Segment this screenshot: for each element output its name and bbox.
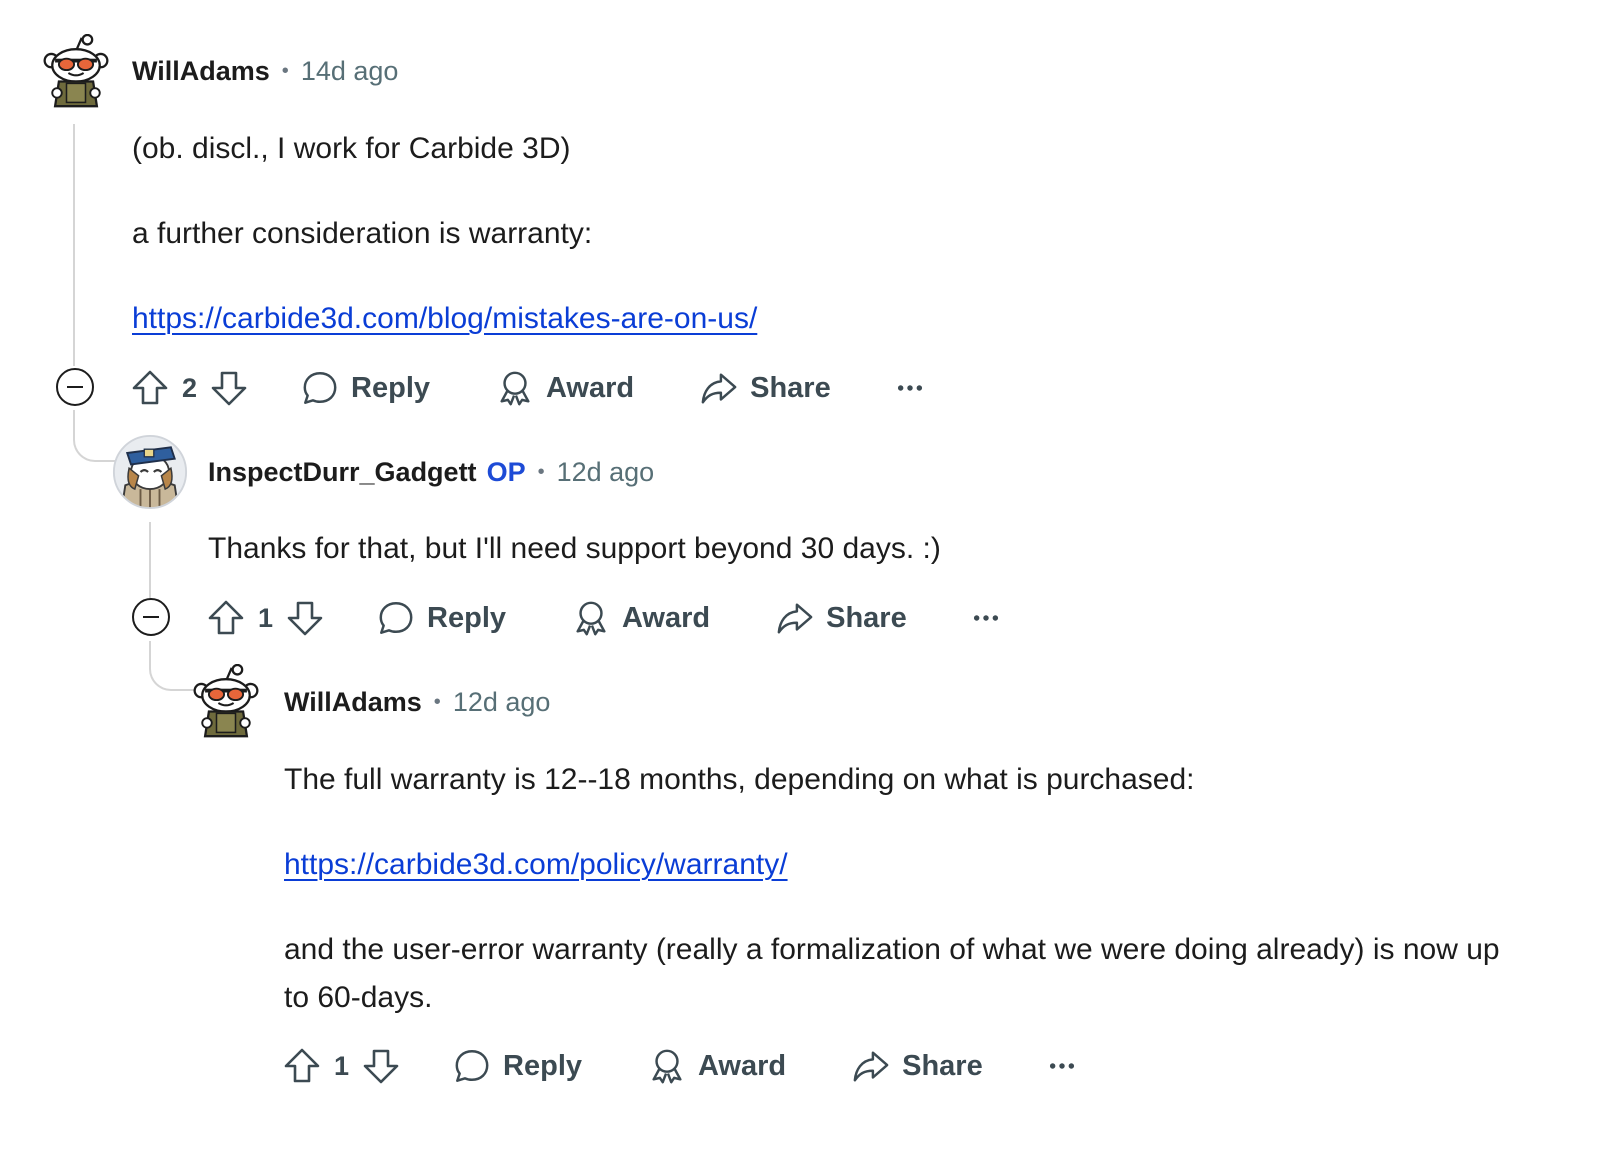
award-button[interactable]: Award <box>496 369 634 407</box>
comment-actions: 1 Reply Award Share <box>282 1044 1079 1088</box>
comment-link[interactable]: https://carbide3d.com/policy/warranty/ <box>284 841 788 889</box>
comment-paragraph: and the user-error warranty (really a fo… <box>284 933 1500 1014</box>
share-button[interactable]: Share <box>852 1047 983 1085</box>
comment-meta: WillAdams • 12d ago <box>284 687 550 718</box>
vote-controls: 1 <box>206 598 325 638</box>
share-label: Share <box>750 371 831 404</box>
downvote-icon[interactable] <box>285 598 325 638</box>
author-name[interactable]: WillAdams <box>284 687 422 718</box>
comment-actions: 1 Reply Award Share <box>206 596 1003 640</box>
reply-label: Reply <box>427 601 507 634</box>
reply-label: Reply <box>351 371 431 404</box>
thread-line-1 <box>73 124 75 366</box>
comment-paragraph: The full warranty is 12--18 months, depe… <box>284 763 1195 796</box>
reply-icon <box>301 369 339 407</box>
vote-score: 1 <box>334 1050 350 1081</box>
avatar-inspectdurr-gadgett[interactable] <box>112 434 188 510</box>
op-badge: OP <box>486 457 526 487</box>
author-name[interactable]: WillAdams <box>132 56 270 87</box>
vote-controls: 2 <box>130 368 249 408</box>
avatar-willadams[interactable] <box>188 664 264 740</box>
award-button[interactable]: Award <box>648 1047 786 1085</box>
comment-actions: 2 Reply Award Share <box>130 366 927 410</box>
comment-meta: InspectDurr_Gadgett OP • 12d ago <box>208 457 654 488</box>
comment-paragraph: (ob. discl., I work for Carbide 3D) <box>132 132 571 165</box>
comment-paragraph: a further consideration is warranty: <box>132 217 593 250</box>
comment-link[interactable]: https://carbide3d.com/blog/mistakes-are-… <box>132 295 757 343</box>
comment-meta: WillAdams • 14d ago <box>132 56 398 87</box>
more-icon <box>1045 1049 1079 1083</box>
reply-button[interactable]: Reply <box>301 369 430 407</box>
avatar-willadams[interactable] <box>38 34 114 110</box>
timestamp[interactable]: 14d ago <box>301 56 399 87</box>
more-options-button[interactable] <box>1045 1049 1079 1083</box>
share-button[interactable]: Share <box>776 599 907 637</box>
vote-score: 2 <box>182 372 198 403</box>
more-options-button[interactable] <box>893 371 927 405</box>
downvote-icon[interactable] <box>209 368 249 408</box>
meta-separator: • <box>433 691 441 713</box>
collapse-thread-button[interactable] <box>56 368 94 406</box>
upvote-icon[interactable] <box>130 368 170 408</box>
award-label: Award <box>698 1049 787 1082</box>
vote-controls: 1 <box>282 1046 401 1086</box>
reply-button[interactable]: Reply <box>453 1047 582 1085</box>
meta-separator: • <box>281 60 289 82</box>
reply-icon <box>377 599 415 637</box>
author-name[interactable]: InspectDurr_Gadgett <box>208 457 477 488</box>
meta-separator: • <box>537 461 545 483</box>
reply-icon <box>453 1047 491 1085</box>
downvote-icon[interactable] <box>361 1046 401 1086</box>
share-label: Share <box>902 1049 983 1082</box>
share-icon <box>852 1047 890 1085</box>
comment-paragraph: Thanks for that, but I'll need support b… <box>208 532 941 565</box>
more-icon <box>893 371 927 405</box>
award-label: Award <box>546 371 635 404</box>
vote-score: 1 <box>258 602 274 633</box>
award-label: Award <box>622 601 711 634</box>
timestamp[interactable]: 12d ago <box>453 687 551 718</box>
award-button[interactable]: Award <box>572 599 710 637</box>
share-icon <box>700 369 738 407</box>
share-label: Share <box>826 601 907 634</box>
share-icon <box>776 599 814 637</box>
upvote-icon[interactable] <box>206 598 246 638</box>
more-options-button[interactable] <box>969 601 1003 635</box>
timestamp[interactable]: 12d ago <box>557 457 655 488</box>
collapse-thread-button[interactable] <box>132 598 170 636</box>
upvote-icon[interactable] <box>282 1046 322 1086</box>
more-icon <box>969 601 1003 635</box>
reply-label: Reply <box>503 1049 583 1082</box>
award-icon <box>572 599 610 637</box>
share-button[interactable]: Share <box>700 369 831 407</box>
thread-line-2 <box>149 522 151 598</box>
award-icon <box>496 369 534 407</box>
award-icon <box>648 1047 686 1085</box>
reply-button[interactable]: Reply <box>377 599 506 637</box>
